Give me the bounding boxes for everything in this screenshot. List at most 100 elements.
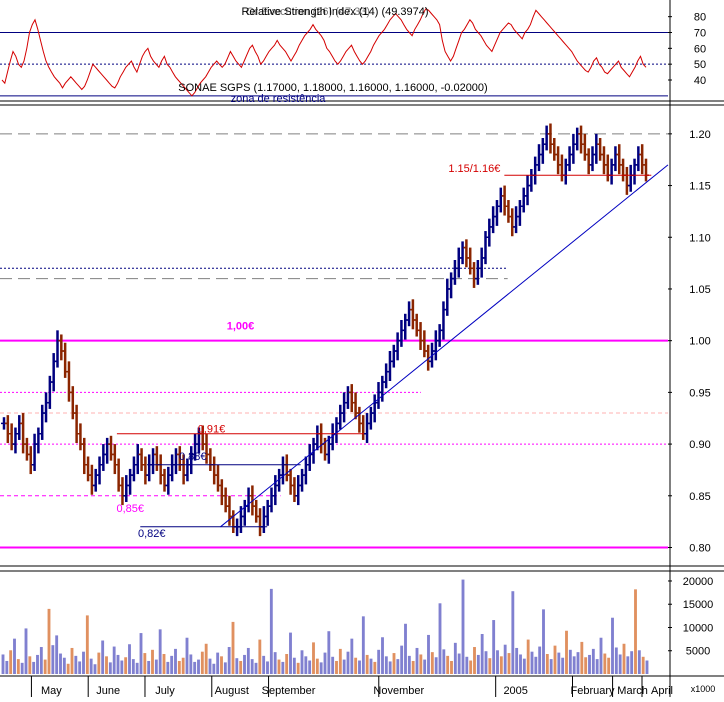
volume-bar	[446, 655, 450, 674]
volume-bar	[346, 651, 350, 674]
volume-bar	[342, 659, 346, 674]
price-tick-label: 0.80	[689, 542, 710, 554]
price-bar	[146, 454, 153, 482]
price-bar	[471, 262, 478, 288]
price-bar	[390, 344, 397, 368]
volume-bar	[354, 657, 358, 674]
volume-bar	[507, 653, 511, 674]
volume-bar	[565, 630, 568, 674]
price-bar	[459, 241, 466, 265]
volume-bar	[128, 644, 131, 674]
price-bar	[153, 446, 160, 471]
price-bar	[325, 435, 332, 464]
price-bar	[218, 479, 225, 506]
volume-bar	[223, 662, 227, 674]
volume-bar	[568, 649, 572, 674]
price-bar	[482, 231, 489, 265]
x-axis-tick-label: May	[41, 685, 62, 697]
volume-bar	[384, 656, 388, 674]
volume-bar	[78, 661, 82, 674]
price-bar	[123, 475, 130, 502]
volume-bar	[5, 660, 9, 674]
volume-bar	[273, 652, 277, 674]
volume-bar	[484, 651, 488, 674]
volume-bar	[135, 662, 139, 674]
price-bar	[46, 375, 53, 409]
volume-bar	[476, 654, 480, 674]
price-bar	[623, 166, 630, 195]
volume-bar	[618, 654, 622, 674]
price-bar	[134, 444, 141, 475]
price-bar	[409, 299, 416, 330]
volume-bar	[220, 656, 223, 674]
volume-bar	[204, 643, 208, 674]
price-bar	[371, 394, 378, 423]
price-bar	[635, 146, 642, 172]
price-bar	[356, 406, 363, 433]
price-bar	[16, 415, 23, 440]
volume-bar	[427, 634, 430, 674]
volume-bar	[269, 588, 273, 674]
price-tick-label: 1.10	[689, 232, 710, 244]
price-bar	[264, 499, 271, 526]
price-bar	[130, 456, 137, 482]
volume-bar	[576, 652, 580, 674]
volume-bar	[503, 644, 507, 674]
price-bar	[165, 466, 172, 495]
volume-bar	[216, 652, 220, 674]
price-bar	[39, 404, 46, 440]
volume-bar	[51, 645, 55, 674]
volume-bar	[124, 657, 128, 674]
price-bar	[333, 417, 340, 444]
price-subtitle: zona de resistência	[231, 93, 327, 105]
volume-bar	[404, 623, 407, 674]
price-bar	[73, 404, 80, 444]
volume-bar	[626, 656, 630, 674]
volume-bar	[154, 659, 158, 674]
volume-bar	[262, 655, 266, 674]
price-bar	[421, 330, 428, 358]
volume-bar	[534, 656, 538, 674]
volume-bar	[1, 654, 5, 674]
rsi-tick-label: 50	[694, 59, 706, 71]
price-bar	[287, 468, 294, 495]
price-bar	[108, 435, 114, 461]
price-bar	[341, 392, 348, 423]
x-axis-tick-label: March	[617, 685, 648, 697]
volume-bar	[603, 653, 607, 674]
volume-bar	[580, 641, 584, 674]
level-label: 0,88€	[179, 451, 207, 463]
volume-bar	[70, 647, 74, 674]
price-bar	[597, 137, 604, 161]
price-bar	[81, 437, 88, 475]
volume-bar	[258, 639, 262, 674]
price-bar	[539, 137, 546, 164]
price-bar	[169, 454, 176, 482]
price-bar	[513, 206, 520, 234]
volume-bar	[28, 656, 32, 674]
volume-bar	[377, 649, 381, 674]
volume-bar	[488, 658, 492, 674]
volume-bar	[599, 637, 603, 674]
price-bar	[402, 313, 409, 340]
volume-bar	[212, 663, 216, 674]
price-bar	[161, 468, 168, 492]
trendline	[220, 164, 669, 528]
price-bar	[260, 506, 267, 534]
price-bar	[413, 313, 420, 337]
volume-bar	[496, 650, 499, 674]
stock-chart: 80 70 60 50 40 Or Execution (26) (47.33) 1,00…	[0, 0, 724, 697]
price-bar	[62, 342, 69, 378]
volume-bar	[526, 639, 530, 674]
volume-bar	[162, 654, 166, 674]
volume-bar	[611, 617, 614, 674]
x-axis-tick-label: June	[96, 685, 120, 697]
volume-bar	[108, 662, 112, 674]
price-bar	[104, 437, 111, 464]
x-axis-tick-label: April	[651, 685, 673, 697]
price-bar	[318, 423, 325, 454]
volume-bar	[170, 655, 174, 674]
volume-bar	[430, 652, 434, 674]
volume-bar	[358, 660, 361, 674]
price-bar	[8, 423, 15, 451]
